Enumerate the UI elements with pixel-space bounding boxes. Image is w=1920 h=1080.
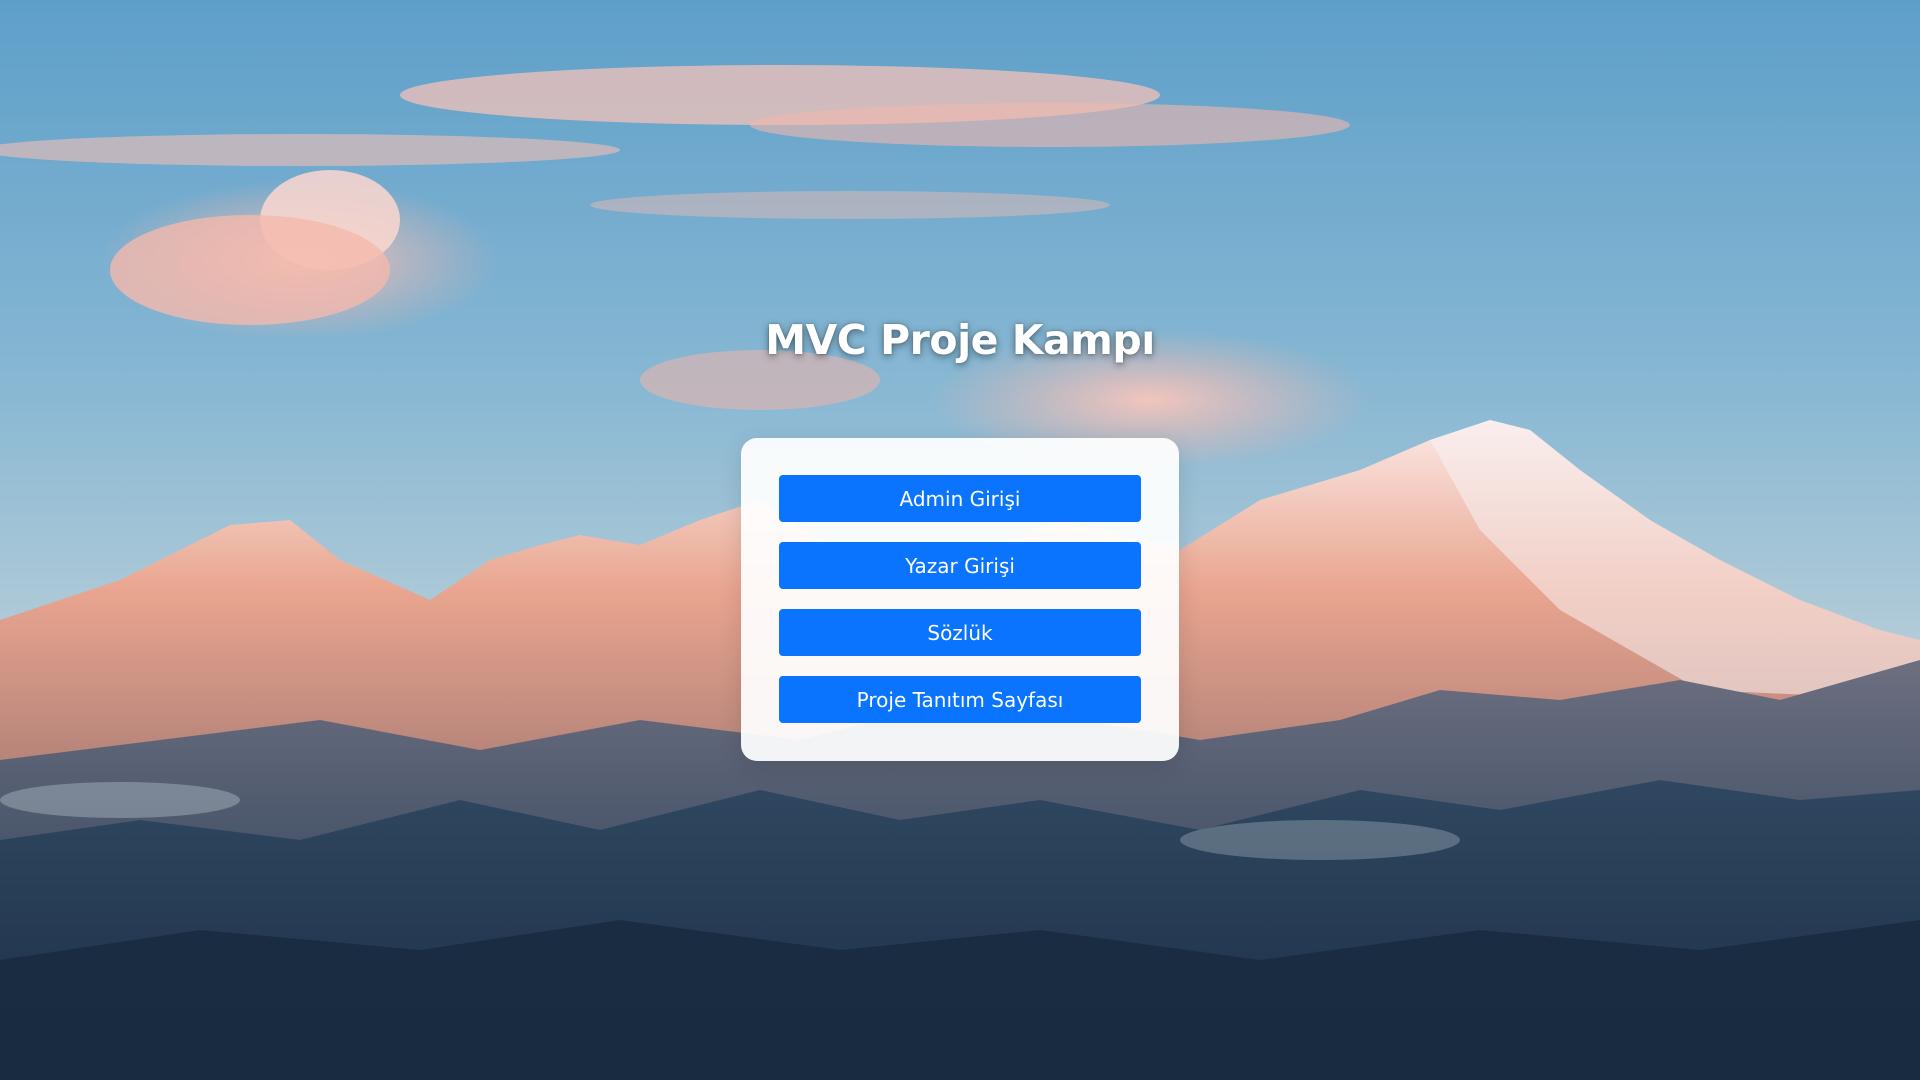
dictionary-button[interactable]: Sözlük xyxy=(779,609,1141,656)
admin-login-button[interactable]: Admin Girişi xyxy=(779,475,1141,522)
page-title: MVC Proje Kampı xyxy=(765,316,1155,364)
navigation-card: Admin Girişi Yazar Girişi Sözlük Proje T… xyxy=(741,438,1179,761)
writer-login-button[interactable]: Yazar Girişi xyxy=(779,542,1141,589)
project-intro-page-button[interactable]: Proje Tanıtım Sayfası xyxy=(779,676,1141,723)
